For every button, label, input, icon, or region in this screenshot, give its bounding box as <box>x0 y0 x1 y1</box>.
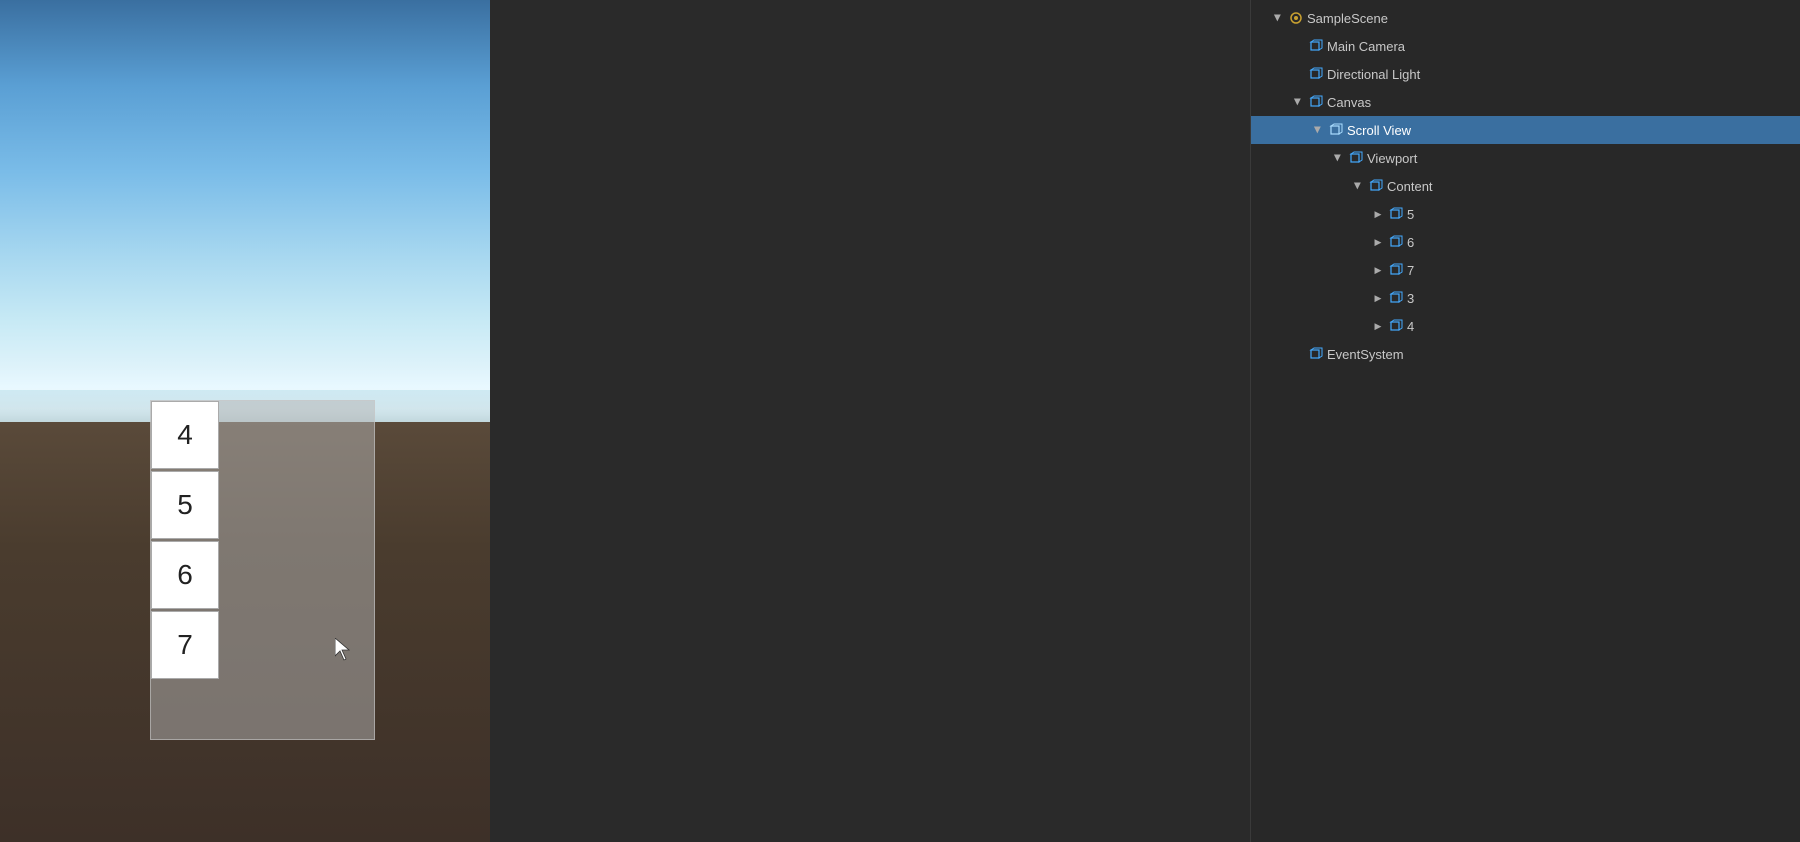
hierarchy-item-directional-light[interactable]: ▶ Directional Light <box>1251 60 1800 88</box>
game-view: 4 5 6 7 <box>0 0 490 842</box>
cube-icon-item7 <box>1389 263 1403 277</box>
hierarchy-item-6[interactable]: ▶ 6 <box>1251 228 1800 256</box>
expand-arrow-item7: ▶ <box>1371 263 1385 277</box>
cube-icon-item3 <box>1389 291 1403 305</box>
scroll-item-5[interactable]: 5 <box>151 471 219 539</box>
samplescene-label: SampleScene <box>1307 11 1388 26</box>
scene-icon-samplescene <box>1289 11 1303 25</box>
scroll-item-7[interactable]: 7 <box>151 611 219 679</box>
item4-label: 4 <box>1407 319 1414 334</box>
hierarchy-item-5[interactable]: ▶ 5 <box>1251 200 1800 228</box>
cube-icon-item4 <box>1389 319 1403 333</box>
expand-arrow-item6: ▶ <box>1371 235 1385 249</box>
hierarchy-item-content[interactable]: ▶ Content <box>1251 172 1800 200</box>
hierarchy-panel: ▶ SampleScene ▶ Main Camera ▶ <box>1250 0 1800 842</box>
content-label: Content <box>1387 179 1433 194</box>
cube-icon-eventsystem <box>1309 347 1323 361</box>
hierarchy-item-scroll-view[interactable]: ▶ Scroll View <box>1251 116 1800 144</box>
middle-panel <box>490 0 1250 842</box>
scroll-view-label: Scroll View <box>1347 123 1411 138</box>
eventsystem-label: EventSystem <box>1327 347 1404 362</box>
expand-arrow-scroll-view: ▶ <box>1311 123 1325 137</box>
sky <box>0 0 490 430</box>
expand-arrow-item5: ▶ <box>1371 207 1385 221</box>
cube-icon-directional-light <box>1309 67 1323 81</box>
scroll-item-4[interactable]: 4 <box>151 401 219 469</box>
item7-label: 7 <box>1407 263 1414 278</box>
expand-arrow-samplescene: ▶ <box>1271 11 1285 25</box>
item5-label: 5 <box>1407 207 1414 222</box>
hierarchy-item-4[interactable]: ▶ 4 <box>1251 312 1800 340</box>
cube-icon-canvas <box>1309 95 1323 109</box>
hierarchy-item-3[interactable]: ▶ 3 <box>1251 284 1800 312</box>
expand-arrow-item3: ▶ <box>1371 291 1385 305</box>
hierarchy-item-samplescene[interactable]: ▶ SampleScene <box>1251 4 1800 32</box>
canvas-label: Canvas <box>1327 95 1371 110</box>
hierarchy-item-main-camera[interactable]: ▶ Main Camera <box>1251 32 1800 60</box>
hierarchy-item-canvas[interactable]: ▶ Canvas <box>1251 88 1800 116</box>
cube-icon-scroll-view <box>1329 123 1343 137</box>
cube-icon-main-camera <box>1309 39 1323 53</box>
scroll-items-list: 4 5 6 7 <box>151 401 219 681</box>
scroll-view-game-overlay: 4 5 6 7 <box>150 400 375 740</box>
main-camera-label: Main Camera <box>1327 39 1405 54</box>
expand-arrow-viewport: ▶ <box>1331 151 1345 165</box>
cube-icon-viewport <box>1349 151 1363 165</box>
hierarchy-item-eventsystem[interactable]: ▶ EventSystem <box>1251 340 1800 368</box>
scroll-item-6[interactable]: 6 <box>151 541 219 609</box>
viewport-label: Viewport <box>1367 151 1417 166</box>
item3-label: 3 <box>1407 291 1414 306</box>
hierarchy-item-7[interactable]: ▶ 7 <box>1251 256 1800 284</box>
item6-label: 6 <box>1407 235 1414 250</box>
expand-arrow-item4: ▶ <box>1371 319 1385 333</box>
cube-icon-content <box>1369 179 1383 193</box>
expand-arrow-content: ▶ <box>1351 179 1365 193</box>
cube-icon-item5 <box>1389 207 1403 221</box>
cube-icon-item6 <box>1389 235 1403 249</box>
expand-arrow-canvas: ▶ <box>1291 95 1305 109</box>
directional-light-label: Directional Light <box>1327 67 1420 82</box>
hierarchy-item-viewport[interactable]: ▶ Viewport <box>1251 144 1800 172</box>
